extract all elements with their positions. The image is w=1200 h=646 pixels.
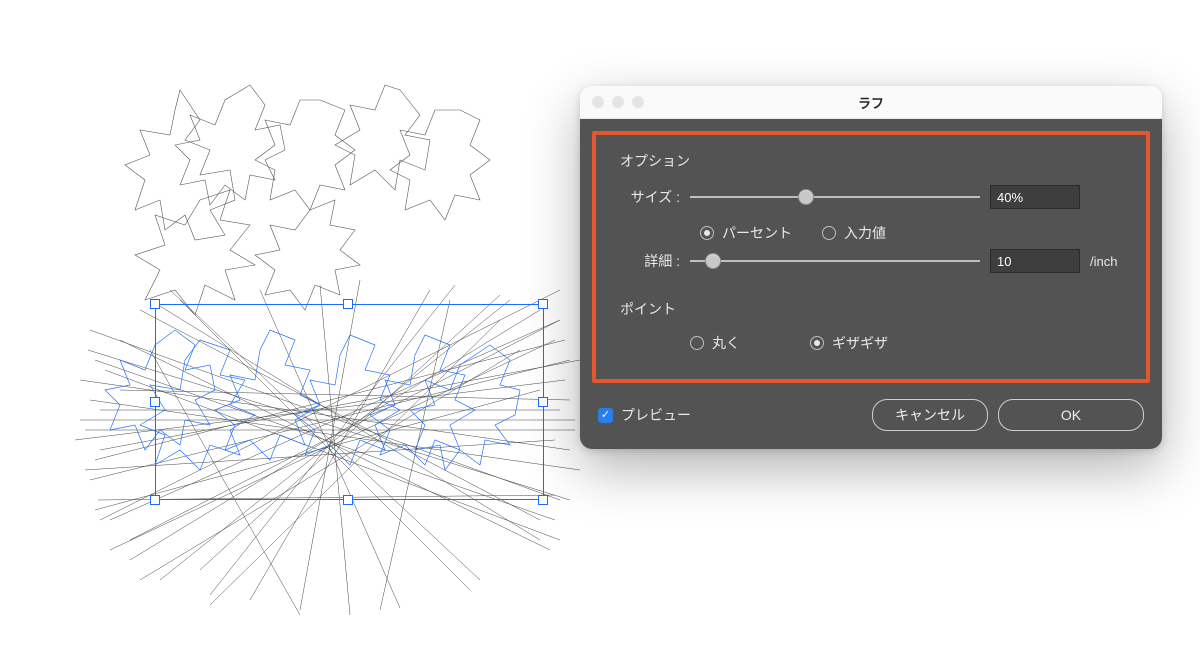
radio-corner[interactable]: ギザギザ xyxy=(810,333,888,353)
size-label: サイズ : xyxy=(620,187,680,207)
radio-absolute[interactable]: 入力値 xyxy=(822,223,886,243)
minimize-icon[interactable] xyxy=(612,96,624,108)
roughen-dialog: ラフ オプション サイズ : 40% パーセント xyxy=(580,86,1162,449)
selection-handle[interactable] xyxy=(538,495,548,505)
dialog-footer: ✓ プレビュー キャンセル OK xyxy=(592,399,1150,431)
dialog-title: ラフ xyxy=(858,93,884,112)
close-icon[interactable] xyxy=(592,96,604,108)
selection-handle[interactable] xyxy=(538,397,548,407)
radio-percent[interactable]: パーセント xyxy=(700,223,792,243)
selection-handle[interactable] xyxy=(538,299,548,309)
options-highlight-box: オプション サイズ : 40% パーセント 入力値 xyxy=(592,131,1150,383)
artboard xyxy=(0,0,600,646)
radio-icon xyxy=(810,336,824,350)
selection-bounding-box[interactable] xyxy=(155,304,544,500)
radio-icon xyxy=(700,226,714,240)
radio-corner-label: ギザギザ xyxy=(832,333,888,353)
size-input[interactable]: 40% xyxy=(990,185,1080,209)
ok-button[interactable]: OK xyxy=(998,399,1144,431)
dialog-titlebar[interactable]: ラフ xyxy=(580,86,1162,119)
radio-smooth-label: 丸く xyxy=(712,333,740,353)
detail-label: 詳細 : xyxy=(620,251,680,271)
detail-row: 詳細 : 10 /inch xyxy=(620,249,1126,273)
radio-absolute-label: 入力値 xyxy=(844,223,886,243)
selection-handle[interactable] xyxy=(150,397,160,407)
points-radios: 丸く ギザギザ xyxy=(690,333,1126,353)
detail-unit: /inch xyxy=(1090,254,1126,269)
radio-smooth[interactable]: 丸く xyxy=(690,333,740,353)
radio-percent-label: パーセント xyxy=(722,223,792,243)
dialog-body: オプション サイズ : 40% パーセント 入力値 xyxy=(580,119,1162,449)
selection-handle[interactable] xyxy=(150,495,160,505)
preview-label: プレビュー xyxy=(621,405,691,425)
selection-handle[interactable] xyxy=(343,495,353,505)
size-row: サイズ : 40% xyxy=(620,185,1126,209)
preview-checkbox[interactable]: ✓ プレビュー xyxy=(598,405,691,425)
radio-icon xyxy=(690,336,704,350)
size-slider[interactable] xyxy=(690,189,980,205)
detail-slider[interactable] xyxy=(690,253,980,269)
size-unit-radios: パーセント 入力値 xyxy=(700,223,1126,243)
options-section-label: オプション xyxy=(620,151,1126,171)
checkbox-icon: ✓ xyxy=(598,408,613,423)
window-controls[interactable] xyxy=(592,96,644,108)
selection-handle[interactable] xyxy=(343,299,353,309)
cancel-button[interactable]: キャンセル xyxy=(872,399,988,431)
zoom-icon[interactable] xyxy=(632,96,644,108)
selection-handle[interactable] xyxy=(150,299,160,309)
detail-input[interactable]: 10 xyxy=(990,249,1080,273)
radio-icon xyxy=(822,226,836,240)
points-section-label: ポイント xyxy=(620,299,1126,319)
